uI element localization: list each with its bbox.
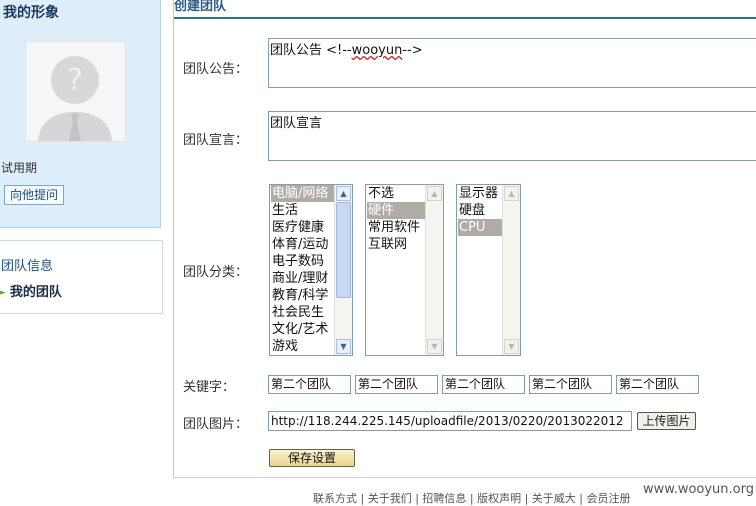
- list-item[interactable]: 不选: [367, 185, 425, 202]
- list-item[interactable]: 体育/运动: [271, 236, 334, 253]
- footer-links[interactable]: 联系方式 | 关于我们 | 招聘信息 | 版权声明 | 关于威大 | 会员注册: [313, 490, 631, 506]
- panel-title: 创建团队: [174, 0, 227, 14]
- svg-text:?: ?: [67, 63, 83, 98]
- list-item[interactable]: 互联网: [367, 236, 425, 253]
- list-item[interactable]: 硬盘: [458, 202, 502, 219]
- panel-header: 创建团队: [174, 0, 756, 19]
- list-item[interactable]: 游戏: [271, 338, 334, 355]
- menu-item-team-info[interactable]: 团队信息: [1, 255, 53, 274]
- status-text: 试用期: [1, 161, 38, 175]
- keyword-input[interactable]: 第二个团队: [355, 375, 438, 394]
- scroll-thumb[interactable]: [336, 202, 351, 298]
- category-listbox-primary[interactable]: 电脑/网络 生活 医疗健康 体育/运动 电子数码 商业/理财 教育/科学 社会民…: [269, 184, 353, 356]
- category-listbox-tertiary[interactable]: 显示器 硬盘 CPU ▲ ▼: [456, 184, 521, 356]
- avatar: ?: [25, 41, 126, 142]
- team-menu: 团队信息 ► 我的团队: [0, 240, 163, 314]
- scroll-down-icon[interactable]: ▼: [427, 339, 442, 354]
- arrow-right-icon: ►: [0, 288, 6, 298]
- list-item[interactable]: CPU: [458, 219, 502, 236]
- keyword-input[interactable]: 第二个团队: [268, 375, 351, 394]
- image-url-input[interactable]: http://118.244.225.145/uploadfile/2013/0…: [268, 411, 632, 431]
- declaration-label: 团队宣言：: [183, 133, 249, 148]
- list-item[interactable]: 常用软件: [367, 219, 425, 236]
- announcement-spellcheck-word: wooyun: [351, 43, 403, 58]
- list-item[interactable]: 文化/艺术: [271, 321, 334, 338]
- list-item[interactable]: 商业/理财: [271, 270, 334, 287]
- list-item[interactable]: 硬件: [367, 202, 425, 219]
- category-label: 团队分类：: [183, 265, 249, 280]
- category-listbox-secondary[interactable]: 不选 硬件 常用软件 互联网 ▲ ▼: [365, 184, 444, 356]
- menu-item-my-team-label: 我的团队: [9, 285, 62, 300]
- list-item[interactable]: 医疗健康: [271, 219, 334, 236]
- declaration-textarea[interactable]: 团队宣言: [268, 111, 756, 161]
- announcement-text-tail: -->: [402, 43, 423, 58]
- menu-item-my-team[interactable]: ► 我的团队: [0, 281, 62, 300]
- ask-question-button[interactable]: 向他提问: [4, 185, 65, 205]
- scrollbar[interactable]: ▲ ▼: [502, 185, 520, 355]
- keyword-input[interactable]: 第二个团队: [442, 375, 525, 394]
- profile-title: 我的形象: [3, 5, 59, 21]
- scroll-down-icon[interactable]: ▼: [336, 339, 351, 354]
- announcement-textarea[interactable]: 团队公告 <!--wooyun-->: [268, 38, 756, 88]
- declaration-text: 团队宣言: [270, 116, 323, 131]
- scroll-up-icon[interactable]: ▲: [504, 186, 519, 201]
- profile-box: 我的形象 ? 试用期 向他提问: [0, 0, 161, 228]
- list-item[interactable]: 教育/科学: [271, 287, 334, 304]
- scrollbar[interactable]: ▲ ▼: [425, 185, 443, 355]
- save-settings-button[interactable]: 保存设置: [269, 449, 355, 467]
- list-item[interactable]: 生活: [271, 202, 334, 219]
- keyword-input[interactable]: 第二个团队: [529, 375, 612, 394]
- scroll-up-icon[interactable]: ▲: [336, 186, 351, 201]
- list-item[interactable]: 电脑/网络: [271, 185, 334, 202]
- list-item[interactable]: 显示器: [458, 185, 502, 202]
- list-item[interactable]: 电子数码: [271, 253, 334, 270]
- announcement-label: 团队公告：: [183, 62, 249, 77]
- upload-image-button[interactable]: 上传图片: [637, 412, 696, 430]
- list-item[interactable]: 社会民生: [271, 304, 334, 321]
- default-avatar-icon: ?: [26, 42, 125, 141]
- image-label: 团队图片：: [183, 417, 249, 432]
- announcement-text: 团队公告 <!--: [270, 43, 352, 58]
- watermark: www.wooyun.org: [642, 482, 754, 497]
- keywords-label: 关键字：: [183, 380, 236, 395]
- scroll-down-icon[interactable]: ▼: [504, 339, 519, 354]
- scroll-up-icon[interactable]: ▲: [427, 186, 442, 201]
- scrollbar[interactable]: ▲ ▼: [334, 185, 352, 355]
- keyword-input[interactable]: 第二个团队: [616, 375, 699, 394]
